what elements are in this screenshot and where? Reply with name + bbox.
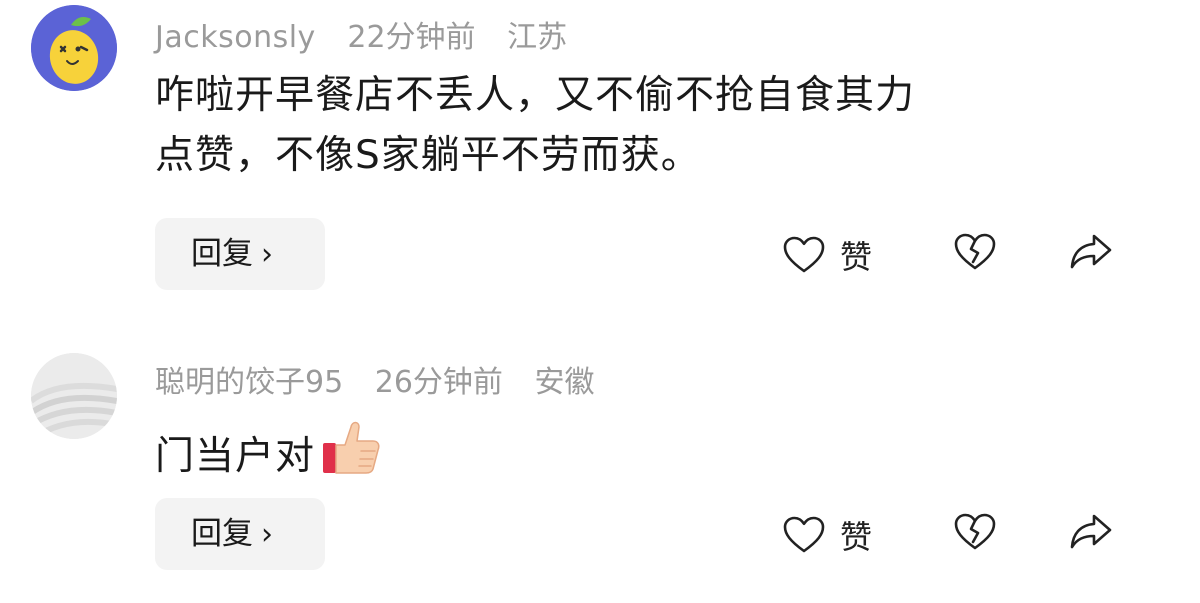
- broken-heart-icon: [954, 513, 996, 550]
- broken-heart-icon: [954, 233, 996, 270]
- comment-text-line: 点赞，不像S家躺平不劳而获。: [155, 133, 701, 178]
- username[interactable]: Jacksonsly: [155, 20, 316, 55]
- comment-meta: 聪明的饺子95 26分钟前 安徽: [155, 357, 616, 401]
- reply-label: 回复: [191, 236, 253, 272]
- share-button[interactable]: [1068, 512, 1114, 552]
- like-label: 赞: [840, 238, 873, 276]
- thumbs-up-icon: [321, 415, 381, 495]
- avatar[interactable]: [31, 353, 117, 439]
- default-avatar-icon: [31, 353, 117, 439]
- timestamp: 22分钟前: [347, 20, 476, 55]
- reply-button[interactable]: 回复 ›: [155, 498, 325, 570]
- location: 安徽: [534, 365, 595, 400]
- comment-meta: Jacksonsly 22分钟前 江苏: [155, 12, 589, 56]
- reply-label: 回复: [191, 516, 253, 552]
- avatar[interactable]: [31, 5, 117, 91]
- heart-icon: [783, 516, 825, 553]
- location: 江苏: [507, 20, 568, 55]
- like-button[interactable]: 赞: [782, 232, 872, 278]
- like-button[interactable]: 赞: [782, 512, 872, 558]
- share-arrow-icon: [1070, 514, 1112, 549]
- share-button[interactable]: [1068, 232, 1114, 272]
- chevron-right-icon: ›: [261, 237, 273, 272]
- lemon-avatar-icon: [31, 5, 117, 91]
- comment-text-line: 门当户对: [155, 434, 316, 479]
- dislike-button[interactable]: [953, 512, 997, 552]
- reply-button[interactable]: 回复 ›: [155, 218, 325, 290]
- share-arrow-icon: [1070, 234, 1112, 269]
- comment-item: Jacksonsly 22分钟前 江苏 咋啦开早餐店不丢人，又不偷不抢自食其力 …: [0, 0, 1200, 300]
- comment-text: 咋啦开早餐店不丢人，又不偷不抢自食其力 点赞，不像S家躺平不劳而获。: [155, 66, 1115, 186]
- username[interactable]: 聪明的饺子95: [155, 365, 343, 400]
- like-label: 赞: [840, 518, 873, 556]
- comment-text-line: 咋啦开早餐店不丢人，又不偷不抢自食其力: [155, 73, 916, 118]
- chevron-right-icon: ›: [261, 517, 273, 552]
- comment-text: 门当户对: [155, 415, 381, 495]
- dislike-button[interactable]: [953, 232, 997, 272]
- heart-icon: [783, 236, 825, 273]
- comment-item: 聪明的饺子95 26分钟前 安徽 门当户对 回复 › 赞: [0, 340, 1200, 603]
- timestamp: 26分钟前: [374, 365, 503, 400]
